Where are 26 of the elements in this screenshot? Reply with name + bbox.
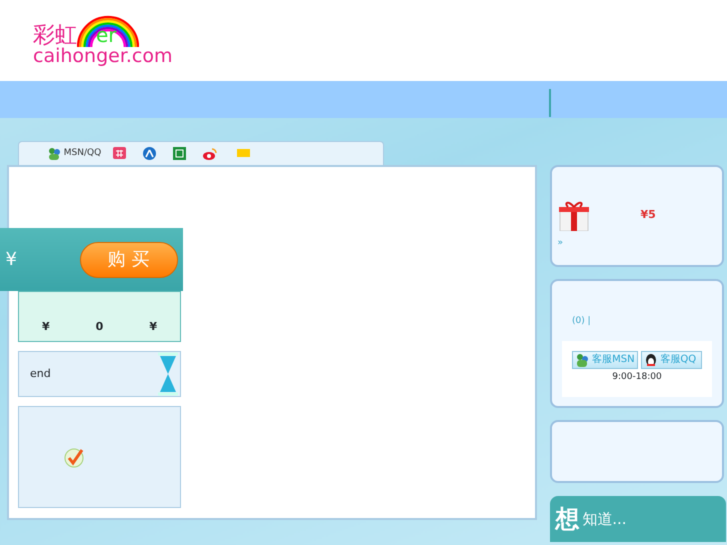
people-icon: [47, 147, 61, 160]
checkmark-icon: [64, 446, 85, 468]
gift-icon: [558, 199, 590, 231]
hourglass-icon: [156, 352, 180, 396]
hours-text: 9:00-18:00: [612, 371, 662, 384]
price-text: ¥5: [640, 206, 656, 223]
price-text: ¥: [42, 319, 50, 335]
logo-text: 彩虹: [33, 25, 77, 47]
people-icon: [575, 352, 590, 366]
penguin-icon: [644, 352, 658, 366]
countdown-label: end: [30, 366, 51, 382]
faq-title: 知道...: [582, 508, 627, 530]
buy-button[interactable]: 购 买: [80, 242, 178, 278]
square-icon[interactable]: [173, 147, 186, 160]
count-text: (0) |: [572, 315, 591, 328]
currency-sign: ¥: [6, 248, 17, 272]
circle-icon[interactable]: [143, 147, 156, 160]
price-text: ¥: [149, 319, 157, 335]
price-text: 0: [96, 319, 104, 335]
service-button[interactable]: 客服QQ: [640, 350, 702, 368]
service-button[interactable]: 客服MSN: [572, 350, 638, 368]
more-link[interactable]: »: [558, 237, 722, 250]
faq-title: 想: [556, 504, 580, 535]
logo-domain: caihonger.com: [33, 47, 173, 66]
share-label[interactable]: MSN/QQ: [64, 146, 102, 160]
square-icon[interactable]: [113, 147, 126, 160]
